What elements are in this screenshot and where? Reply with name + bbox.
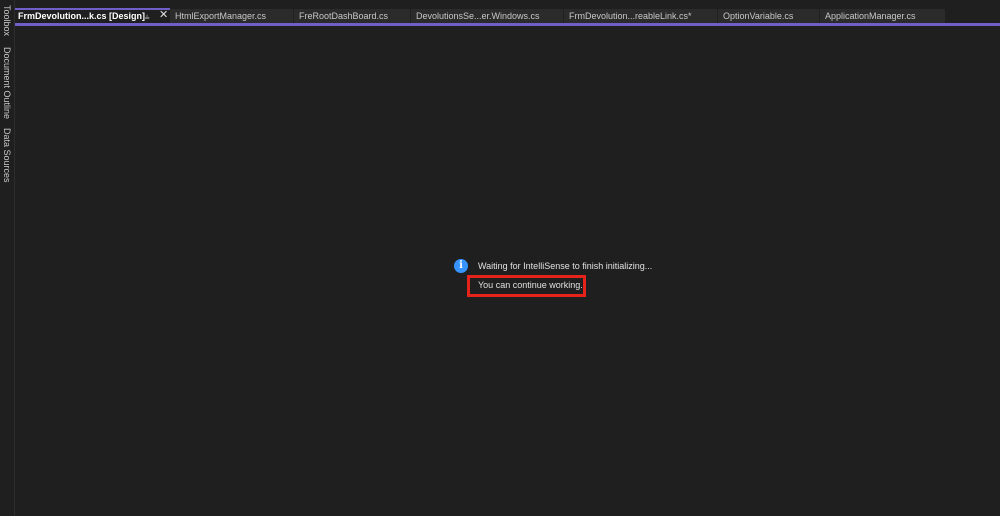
designer-window: Toolbox Document Outline Data Sources Fr… (0, 0, 1000, 516)
tab-label: FrmDevolution...reableLink.cs* (569, 11, 692, 21)
document-outline-tab[interactable]: Document Outline (0, 47, 15, 119)
continue-working-text: You can continue working. (478, 280, 583, 290)
tab-bar-accent-line (15, 23, 1000, 26)
tab-label: FreRootDashBoard.cs (299, 11, 389, 21)
tab-label: DevolutionsSe...er.Windows.cs (416, 11, 540, 21)
tab-label: FrmDevolution...k.cs [Design] (18, 11, 146, 21)
tab-devolutionsserver-windows[interactable]: DevolutionsSe...er.Windows.cs (411, 9, 563, 23)
close-icon[interactable]: ✕ (159, 10, 168, 22)
tab-frmdevolution-shareablelink[interactable]: FrmDevolution...reableLink.cs* (564, 9, 717, 23)
tab-freerootdashboard[interactable]: FreRootDashBoard.cs (294, 9, 410, 23)
tab-label: ApplicationManager.cs (825, 11, 916, 21)
tab-frmdevolution-design[interactable]: FrmDevolution...k.cs [Design] ⫨ ✕ (15, 8, 170, 23)
info-icon: i (454, 259, 468, 273)
toolbox-tab[interactable]: Toolbox (0, 5, 15, 36)
side-tool-strip: Toolbox Document Outline Data Sources (0, 0, 15, 516)
tab-htmlexportmanager[interactable]: HtmlExportManager.cs (170, 9, 293, 23)
pin-icon[interactable]: ⫨ (145, 10, 150, 23)
tab-label: HtmlExportManager.cs (175, 11, 267, 21)
intellisense-status-text: Waiting for IntelliSense to finish initi… (478, 261, 653, 271)
tab-label: OptionVariable.cs (723, 11, 794, 21)
tab-applicationmanager[interactable]: ApplicationManager.cs (820, 9, 945, 23)
tab-optionvariable[interactable]: OptionVariable.cs (718, 9, 819, 23)
data-sources-tab[interactable]: Data Sources (0, 128, 15, 183)
